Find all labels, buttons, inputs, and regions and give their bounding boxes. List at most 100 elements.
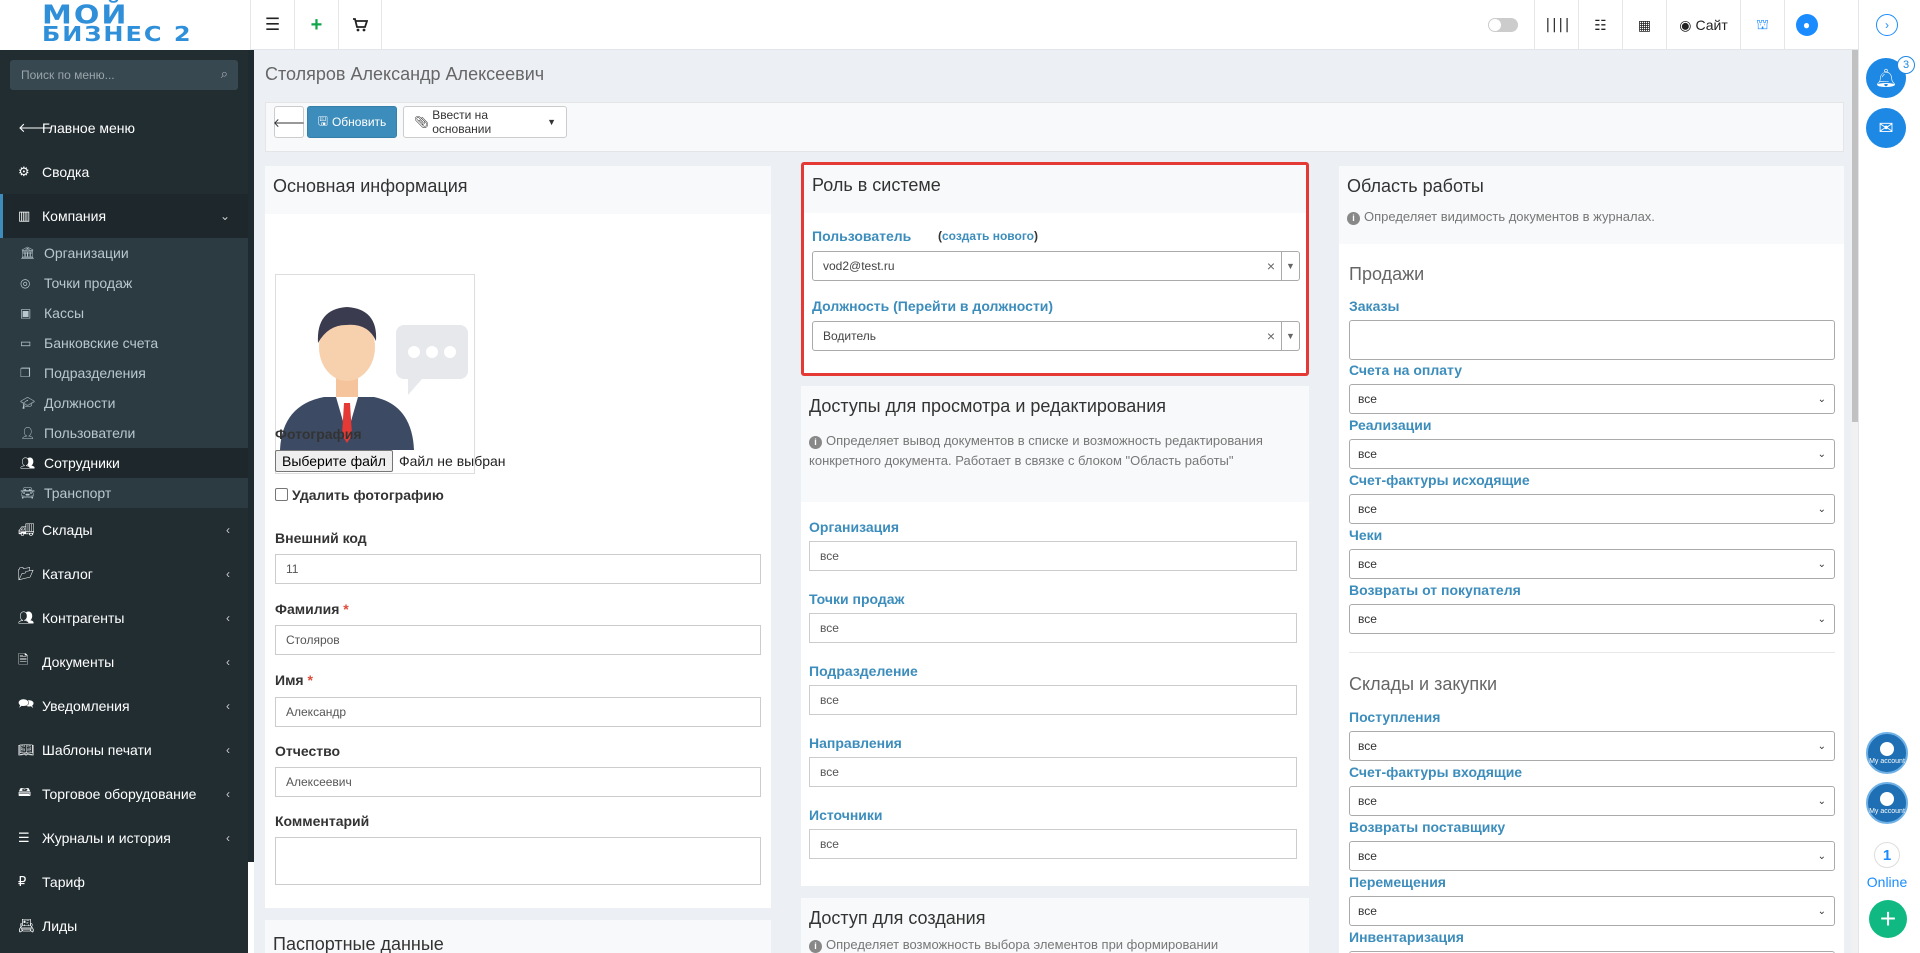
- bars-icon: ☰: [18, 830, 30, 845]
- page-scrollbar-thumb[interactable]: [1852, 50, 1858, 422]
- sidebar-item-label: Главное меню: [42, 120, 136, 136]
- access-header: Доступы для просмотра и редактирования i…: [801, 386, 1309, 502]
- bell-icon: 🔔︎: [1874, 67, 1898, 88]
- calendar-button[interactable]: ▦: [1622, 0, 1666, 50]
- submenu-item-cash-desks[interactable]: ▣ Кассы: [0, 298, 248, 328]
- user-select[interactable]: vod2@test.ru × ▼: [812, 251, 1300, 281]
- lastname-field[interactable]: Столяров: [275, 625, 761, 655]
- sidebar-item-notifications[interactable]: 🗪︎ Уведомления ‹: [0, 684, 248, 728]
- department-field[interactable]: все: [809, 685, 1297, 715]
- sidebar-item-warehouses[interactable]: 🚚︎ Склады ‹: [0, 508, 248, 552]
- sidebar-item-documents[interactable]: 🗎︎ Документы ‹: [0, 640, 248, 684]
- orders-multiselect[interactable]: [1349, 320, 1835, 360]
- sales-select[interactable]: все ⌄: [1349, 439, 1835, 469]
- submenu-item-points-of-sale[interactable]: ◎ Точки продаж: [0, 268, 248, 298]
- outgoing-invoices-select[interactable]: все ⌄: [1349, 494, 1835, 524]
- incoming-invoices-select[interactable]: все ⌄: [1349, 786, 1835, 816]
- sidebar-item-main-menu[interactable]: 🡐 Главное меню: [0, 106, 248, 150]
- clear-icon[interactable]: ×: [1267, 328, 1275, 344]
- theme-toggle[interactable]: [1488, 0, 1518, 50]
- customer-returns-select[interactable]: все ⌄: [1349, 604, 1835, 634]
- sidebar-item-tariff[interactable]: ₽ Тариф: [0, 860, 248, 904]
- back-button[interactable]: 🡐: [273, 106, 305, 138]
- create-new-user-link[interactable]: создать нового: [942, 229, 1034, 243]
- submenu-item-departments[interactable]: ❐ Подразделения: [0, 358, 248, 388]
- invoices-select-value: все: [1358, 392, 1377, 406]
- menu-toggle-button[interactable]: ☰: [250, 0, 294, 50]
- position-label[interactable]: Должность (Перейти в должности): [812, 298, 1053, 314]
- page-scrollbar[interactable]: [1852, 50, 1858, 953]
- sidebar: ⌕ 🡐Главное меню ⚙ Сводка ▥ Компания ⌄ 🏛︎ Орг…: [0, 50, 254, 953]
- account-button-1[interactable]: My account: [1866, 732, 1908, 774]
- points-of-sale-field[interactable]: все: [809, 613, 1297, 643]
- account-button-2[interactable]: My account: [1866, 782, 1908, 824]
- sidebar-item-leads[interactable]: 📇︎ Лиды: [0, 904, 248, 948]
- panel-title: Роль в системе: [812, 175, 941, 195]
- department-label: Подразделение: [809, 663, 918, 679]
- add-button[interactable]: +: [294, 0, 338, 50]
- sidebar-item-trade-equipment[interactable]: 🖴︎ Торговое оборудование ‹: [0, 772, 248, 816]
- submenu-item-label: Сотрудники: [44, 455, 120, 471]
- barcode-button[interactable]: ||||: [1534, 0, 1578, 50]
- list-button[interactable]: ☷: [1578, 0, 1622, 50]
- menu-search-input[interactable]: [10, 60, 238, 90]
- submenu-item-bank-accounts[interactable]: ▭ Банковские счета: [0, 328, 248, 358]
- supplier-returns-select[interactable]: все ⌄: [1349, 841, 1835, 871]
- submenu-item-users[interactable]: 👤︎ Пользователи: [0, 418, 248, 448]
- submenu-item-label: Подразделения: [44, 365, 146, 381]
- globe-icon: ◉: [1679, 16, 1692, 33]
- invoices-select[interactable]: все ⌄: [1349, 384, 1835, 414]
- word-file-icon: 🗎︎: [18, 652, 29, 667]
- quick-add-button[interactable]: +: [1869, 900, 1907, 938]
- refresh-button[interactable]: 🖫︎ Обновить: [307, 106, 397, 138]
- search-icon[interactable]: ⌕: [221, 66, 228, 82]
- middlename-field[interactable]: Алексеевич: [275, 767, 761, 797]
- clear-icon[interactable]: ×: [1267, 258, 1275, 274]
- sources-field[interactable]: все: [809, 829, 1297, 859]
- sidebar-item-summary[interactable]: ⚙ Сводка: [0, 150, 248, 194]
- organization-field[interactable]: все: [809, 541, 1297, 571]
- store-button[interactable]: ⛫: [1740, 0, 1784, 50]
- directions-field[interactable]: все: [809, 757, 1297, 787]
- chat-button[interactable]: ✉: [1866, 108, 1906, 148]
- create-access-header: Доступ для создания i Определяет возможно…: [801, 898, 1309, 953]
- sidebar-item-logs-history[interactable]: ☰ Журналы и история ‹: [0, 816, 248, 860]
- online-count: 1: [1859, 842, 1915, 868]
- company-submenu: 🏛︎ Организации ◎ Точки продаж ▣ Кассы ▭ Банк…: [0, 238, 248, 508]
- submenu-item-employees[interactable]: 👥︎ Сотрудники: [0, 448, 248, 478]
- position-select[interactable]: Водитель × ▼: [812, 321, 1300, 351]
- sidebar-item-label: Компания: [42, 208, 107, 224]
- sidebar-item-contractors[interactable]: 👥︎ Контрагенты ‹: [0, 596, 248, 640]
- receipts-in-select[interactable]: все ⌄: [1349, 731, 1835, 761]
- receipts-select[interactable]: все ⌄: [1349, 549, 1835, 579]
- sidebar-item-company[interactable]: ▥ Компания ⌄: [0, 194, 248, 238]
- inventory-label: Инвентаризация: [1349, 929, 1464, 945]
- based-on-dropdown[interactable]: 📎︎ Ввести на основании ▼: [403, 106, 567, 138]
- delete-photo-checkbox[interactable]: [275, 488, 288, 501]
- site-button[interactable]: ◉ Сайт: [1666, 0, 1740, 50]
- choose-file-button[interactable]: Выберите файл: [275, 450, 393, 472]
- comment-textarea[interactable]: [275, 837, 761, 885]
- ext-code-field[interactable]: 11: [275, 554, 761, 584]
- profile-button[interactable]: ●: [1784, 0, 1828, 50]
- sidebar-item-print-templates[interactable]: 📖︎ Шаблоны печати ‹: [0, 728, 248, 772]
- firstname-field[interactable]: Александр: [275, 697, 761, 727]
- dropdown-arrow-icon[interactable]: ▼: [1281, 322, 1299, 350]
- chat-icon: ✉: [1878, 117, 1894, 138]
- receipts-in-select-value: все: [1358, 739, 1377, 753]
- cart-button[interactable]: [338, 0, 382, 50]
- logo-line2: БИЗНЕС 2: [42, 22, 193, 47]
- collapse-rail-button[interactable]: ›: [1876, 14, 1898, 36]
- dropdown-arrow-icon[interactable]: ▼: [1281, 252, 1299, 280]
- logo[interactable]: МОЙ БИЗНЕС 2: [0, 0, 250, 50]
- outgoing-invoices-select-value: все: [1358, 502, 1377, 516]
- ruble-icon: ₽: [18, 874, 27, 889]
- submenu-item-organizations[interactable]: 🏛︎ Организации: [0, 238, 248, 268]
- page-title: Столяров Александр Алексеевич: [265, 64, 545, 84]
- contact-book-icon: 📇︎: [18, 918, 35, 933]
- transfers-select[interactable]: все ⌄: [1349, 896, 1835, 926]
- transfers-label: Перемещения: [1349, 874, 1446, 890]
- sidebar-item-catalog[interactable]: 📂︎ Каталог ‹: [0, 552, 248, 596]
- submenu-item-positions[interactable]: 🎓︎ Должности: [0, 388, 248, 418]
- submenu-item-transport[interactable]: 🚘︎ Транспорт: [0, 478, 248, 508]
